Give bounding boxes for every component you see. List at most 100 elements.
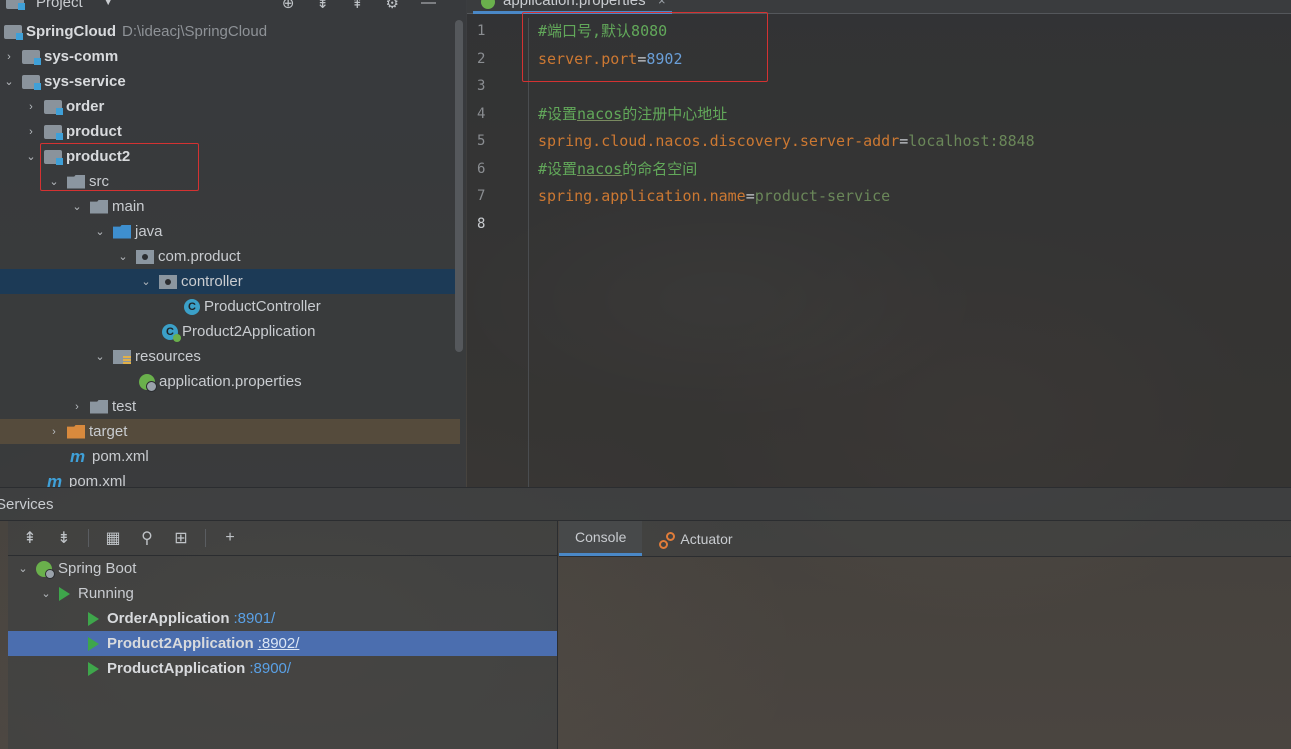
code-comment: #设置 <box>538 104 578 123</box>
tree-item-main[interactable]: ⌄ main <box>0 194 460 219</box>
tab-actuator[interactable]: Actuator <box>642 521 748 556</box>
tree-item-label: SpringCloud <box>26 23 116 40</box>
tree-item-product[interactable]: › product <box>0 119 460 144</box>
chevron-down-icon[interactable]: ⌄ <box>39 587 53 600</box>
tree-item-test[interactable]: › test <box>0 394 460 419</box>
service-group-running[interactable]: ⌄ Running <box>8 581 557 606</box>
line-number: 5 <box>477 133 486 149</box>
spring-app-class-icon: C <box>162 323 181 342</box>
code-comment: 的注册中心地址 <box>622 104 728 123</box>
services-toolbar: ⇞ ⇟ ▦ ⚲ ⊞ + <box>8 521 557 556</box>
editor-tab-label: application.properties <box>503 0 646 9</box>
code-line-4: #设置nacos的注册中心地址 <box>538 101 1278 129</box>
chevron-right-icon[interactable]: › <box>70 401 84 413</box>
hide-icon[interactable]: — <box>421 0 436 12</box>
resources-folder-icon <box>113 349 131 364</box>
line-number: 6 <box>477 160 486 177</box>
spring-properties-icon <box>481 0 495 9</box>
group-by-icon[interactable]: ▦ <box>103 528 123 548</box>
tree-item-springcloud[interactable]: SpringCloud D:\ideacj\SpringCloud <box>0 19 460 44</box>
tree-item-pom-product2[interactable]: m pom.xml <box>0 444 460 469</box>
chevron-down-icon[interactable]: ⌄ <box>116 250 130 263</box>
chevron-down-icon[interactable]: ⌄ <box>24 150 38 163</box>
running-icon <box>59 586 70 601</box>
service-port-link[interactable]: :8900/ <box>249 660 291 677</box>
service-item-order[interactable]: OrderApplication :8901/ <box>8 606 557 631</box>
spring-properties-icon <box>139 373 157 392</box>
code-line-1: #端口号,默认8080 <box>538 18 1278 46</box>
service-item-product[interactable]: ProductApplication :8900/ <box>8 656 557 681</box>
line-number: 8 <box>477 215 486 232</box>
chevron-down-icon[interactable]: ⌄ <box>70 200 84 213</box>
project-title[interactable]: Project <box>36 0 83 11</box>
code-line-7: spring.application.name=product-service <box>538 183 1278 211</box>
filter-icon[interactable]: ⚲ <box>137 528 157 548</box>
tree-item-order[interactable]: › order <box>0 94 460 119</box>
tree-item-pom-service[interactable]: m pom.xml <box>0 469 460 488</box>
tree-item-target[interactable]: › target <box>0 419 460 444</box>
service-name: OrderApplication <box>107 610 230 627</box>
service-item-product2[interactable]: Product2Application :8902/ <box>8 631 557 656</box>
tree-item-java[interactable]: ⌄ java <box>0 219 460 244</box>
chevron-down-icon[interactable]: ⌄ <box>93 350 107 363</box>
gear-icon[interactable]: ⚙ <box>386 0 399 12</box>
chevron-down-icon[interactable]: ⌄ <box>93 225 107 238</box>
chevron-down-icon[interactable]: ⌄ <box>47 175 61 188</box>
tree-item-label: ProductController <box>204 298 321 315</box>
tree-item-com-product[interactable]: ⌄ com.product <box>0 244 460 269</box>
tree-item-label: com.product <box>158 248 241 265</box>
services-header: Services <box>0 487 1291 521</box>
property-value: localhost:8848 <box>908 132 1035 150</box>
tree-item-src[interactable]: ⌄ src <box>0 169 460 194</box>
tree-item-resources[interactable]: ⌄ resources <box>0 344 460 369</box>
tree-item-application-properties[interactable]: application.properties <box>0 369 460 394</box>
folder-icon <box>90 399 108 414</box>
close-icon[interactable]: × <box>658 0 666 8</box>
service-port-link[interactable]: :8901/ <box>234 610 276 627</box>
expand-all-icon[interactable]: ⇞ <box>20 528 40 548</box>
maven-icon: m <box>47 471 63 488</box>
chevron-down-icon[interactable]: ⌄ <box>139 275 153 288</box>
tree-item-sys-comm[interactable]: › sys-comm <box>0 44 460 69</box>
property-key: spring.application.name <box>538 187 746 205</box>
tree-item-label: Product2Application <box>182 323 316 340</box>
chevron-right-icon[interactable]: › <box>24 126 38 138</box>
locate-icon[interactable]: ⊕ <box>282 0 295 12</box>
service-group-spring-boot[interactable]: ⌄ Spring Boot <box>8 556 557 581</box>
tree-item-label: test <box>112 398 137 415</box>
module-icon <box>22 74 41 90</box>
chevron-down-icon[interactable]: ⌄ <box>16 562 30 575</box>
line-number: 1 <box>477 23 486 39</box>
package-icon <box>136 249 154 264</box>
chevron-right-icon[interactable]: › <box>47 426 61 438</box>
code-comment: #设置 <box>538 159 578 178</box>
service-port-link[interactable]: :8902/ <box>258 635 300 652</box>
tab-console[interactable]: Console <box>559 521 643 556</box>
collapse-all-icon[interactable]: ⇟ <box>54 528 74 548</box>
project-scrollbar[interactable] <box>455 20 463 352</box>
spring-boot-icon <box>36 560 55 579</box>
add-service-icon[interactable]: + <box>220 529 240 547</box>
source-folder-icon <box>113 224 131 239</box>
editor-tab-bar: application.properties × <box>467 0 1291 14</box>
tree-item-product2[interactable]: ⌄ product2 <box>0 144 460 169</box>
tree-item-product2application[interactable]: C Product2Application <box>0 319 460 344</box>
code-area[interactable]: #端口号,默认8080 server.port=8902 #设置nacos的注册… <box>538 18 1278 238</box>
chevron-right-icon[interactable]: › <box>2 51 16 63</box>
tree-item-controller[interactable]: ⌄ controller <box>0 269 460 294</box>
tree-item-productcontroller[interactable]: C ProductController <box>0 294 460 319</box>
chevron-down-icon[interactable]: ▼ <box>103 0 114 8</box>
class-icon: C <box>184 298 200 315</box>
collapse-all-icon[interactable]: ⇟ <box>316 0 329 12</box>
line-number: 7 <box>477 188 486 204</box>
chevron-right-icon[interactable]: › <box>24 101 38 113</box>
chevron-down-icon[interactable]: ⌄ <box>2 75 16 88</box>
running-icon <box>88 661 99 676</box>
new-tab-icon[interactable]: ⊞ <box>171 528 191 548</box>
expand-all-icon[interactable]: ⇞ <box>351 0 364 12</box>
editor-tab-application-properties[interactable]: application.properties × <box>473 0 672 14</box>
module-icon <box>44 99 63 115</box>
services-tree-panel: ⇞ ⇟ ▦ ⚲ ⊞ + ⌄ Spring Boot ⌄ Running Orde… <box>8 521 558 749</box>
tree-item-sys-service[interactable]: ⌄ sys-service <box>0 69 460 94</box>
